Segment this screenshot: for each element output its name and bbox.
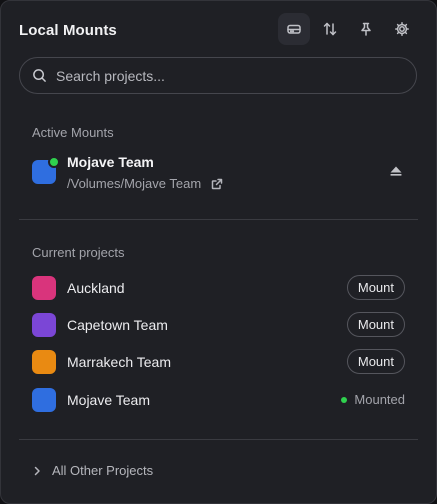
status-dot xyxy=(341,396,348,403)
active-mounts-label: Active Mounts xyxy=(32,125,114,140)
mount-path-row: /Volumes/Mojave Team xyxy=(67,176,223,191)
search-input[interactable] xyxy=(56,67,416,84)
project-row-capetown[interactable]: Capetown Team Mount xyxy=(32,311,405,339)
gear-icon[interactable] xyxy=(386,13,418,45)
project-name: Marrakech Team xyxy=(67,354,172,370)
project-name: Auckland xyxy=(67,280,125,296)
search-icon xyxy=(33,69,46,82)
mount-name: Mojave Team xyxy=(67,154,154,170)
project-row-auckland[interactable]: Auckland Mount xyxy=(32,274,405,302)
local-mounts-panel: Local Mounts Active Mounts Mojave Team /… xyxy=(0,0,437,504)
active-mount-item[interactable]: Mojave Team /Volumes/Mojave Team xyxy=(32,151,418,195)
project-name: Capetown Team xyxy=(67,317,168,333)
panel-header: Local Mounts xyxy=(19,13,418,45)
mount-path: /Volumes/Mojave Team xyxy=(67,176,202,191)
divider xyxy=(19,219,418,220)
mount-button[interactable]: Mount xyxy=(346,275,405,300)
header-toolbar xyxy=(278,13,418,45)
sort-icon[interactable] xyxy=(314,13,346,45)
project-name: Mojave Team xyxy=(67,392,151,408)
pin-icon[interactable] xyxy=(350,13,382,45)
project-icon xyxy=(32,276,56,300)
project-icon xyxy=(32,350,56,374)
divider xyxy=(19,439,418,440)
status-dot xyxy=(48,156,60,168)
project-row-marrakech[interactable]: Marrakech Team Mount xyxy=(32,348,405,376)
project-row-mojave[interactable]: Mojave Team Mounted xyxy=(32,386,405,414)
all-other-projects-label: All Other Projects xyxy=(52,463,154,478)
project-icon xyxy=(32,313,56,337)
all-other-projects-toggle[interactable]: All Other Projects xyxy=(32,463,153,478)
mounted-label: Mounted xyxy=(354,392,405,407)
external-link-icon[interactable] xyxy=(211,178,223,190)
mounted-status: Mounted xyxy=(341,392,405,407)
mount-button[interactable]: Mount xyxy=(346,312,405,337)
current-projects-label: Current projects xyxy=(32,245,125,260)
panel-title: Local Mounts xyxy=(19,21,117,39)
mount-button[interactable]: Mount xyxy=(346,349,405,374)
chevron-right-icon xyxy=(34,466,40,475)
eject-icon[interactable] xyxy=(388,163,404,179)
drive-icon[interactable] xyxy=(278,13,310,45)
search-bar[interactable] xyxy=(19,57,417,94)
project-icon xyxy=(32,388,56,412)
